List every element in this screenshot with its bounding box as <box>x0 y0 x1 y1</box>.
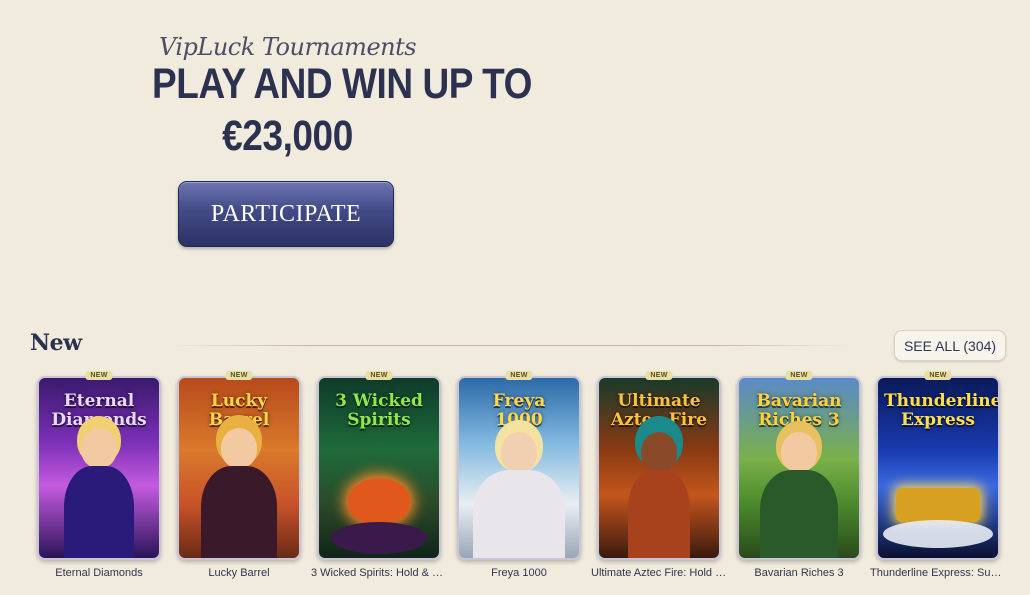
participate-button[interactable]: PARTICIPATE <box>178 181 394 247</box>
new-badge: NEW <box>225 371 253 380</box>
section-divider <box>170 345 850 346</box>
game-name[interactable]: 3 Wicked Spirits: Hold & Win <box>311 567 447 579</box>
new-badge: NEW <box>785 371 813 380</box>
new-badge: NEW <box>645 371 673 380</box>
new-badge: NEW <box>365 371 393 380</box>
game-thumbnail[interactable]: Bavarian Riches 3 <box>737 376 861 560</box>
game-art-title: Eternal Diamonds <box>51 391 147 430</box>
game-art-title: Lucky Barrel <box>208 391 270 430</box>
game-thumbnail[interactable]: Lucky Barrel <box>177 376 301 560</box>
new-badge: NEW <box>85 371 113 380</box>
game-thumbnail[interactable]: Eternal Diamonds <box>37 376 161 560</box>
game-thumbnail[interactable]: 3 Wicked Spirits <box>317 376 441 560</box>
game-art-title: 3 Wicked Spirits <box>335 391 423 430</box>
game-name[interactable]: Bavarian Riches 3 <box>731 567 867 579</box>
tournament-hero: VipLuck Tournaments PLAY AND WIN UP TO €… <box>130 22 532 162</box>
game-name[interactable]: Thunderline Express: Supercharged <box>870 567 1006 579</box>
game-name[interactable]: Freya 1000 <box>451 567 587 579</box>
game-art-title: Ultimate Aztec Fire <box>610 391 708 430</box>
new-badge: NEW <box>505 371 533 380</box>
game-art-title: Bavarian Riches 3 <box>756 391 842 430</box>
game-art-title: Thunderline Express <box>884 391 1000 430</box>
game-thumbnail[interactable]: Ultimate Aztec Fire <box>597 376 721 560</box>
game-name[interactable]: Ultimate Aztec Fire: Hold & Win <box>591 567 727 579</box>
game-name[interactable]: Eternal Diamonds <box>31 567 167 579</box>
hero-subtitle: VipLuck Tournaments <box>158 33 417 61</box>
game-art-title: Freya 1000 <box>492 391 546 430</box>
hero-title-line2: €23,000 <box>222 112 353 160</box>
game-name[interactable]: Lucky Barrel <box>171 567 307 579</box>
see-all-button[interactable]: SEE ALL (304) <box>894 330 1006 361</box>
game-thumbnail[interactable]: Thunderline Express <box>876 376 1000 560</box>
hero-title-line1: PLAY AND WIN UP TO <box>152 60 532 108</box>
new-badge: NEW <box>924 371 952 380</box>
game-thumbnail[interactable]: Freya 1000 <box>457 376 581 560</box>
section-title: New <box>30 330 82 356</box>
